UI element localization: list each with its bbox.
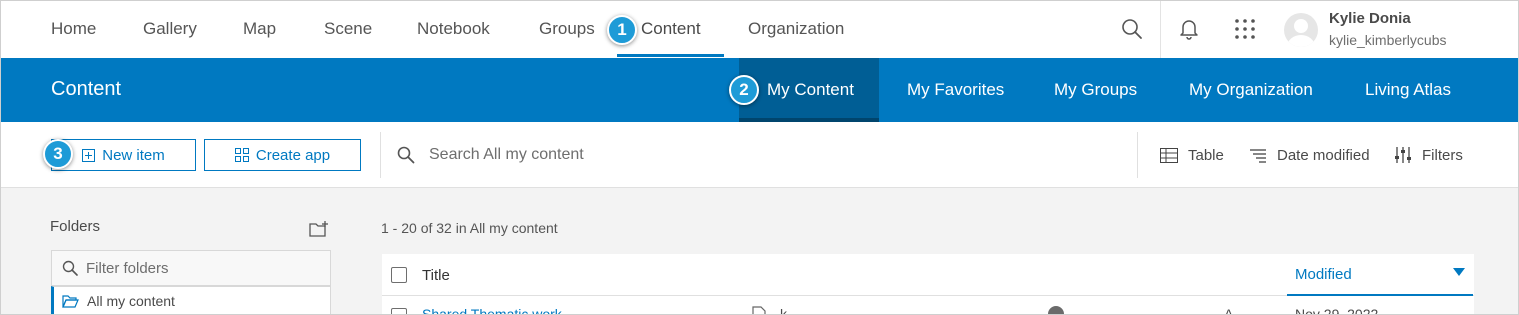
step-badge-1: 1 xyxy=(607,15,637,45)
tab-my-organization[interactable]: My Organization xyxy=(1189,58,1313,122)
filter-folders-input[interactable] xyxy=(86,259,316,277)
item-title-link[interactable]: Shared Thematic work... xyxy=(422,306,573,314)
folder-open-icon xyxy=(62,294,79,308)
tab-label: My Organization xyxy=(1189,80,1313,99)
nav-groups[interactable]: Groups xyxy=(539,19,595,39)
sort-button[interactable]: Date modified xyxy=(1250,144,1370,166)
content-search xyxy=(397,140,997,170)
sort-label: Date modified xyxy=(1277,146,1370,164)
folders-heading: Folders xyxy=(50,218,101,235)
nav-gallery[interactable]: Gallery xyxy=(143,19,197,39)
app-launcher-icon[interactable] xyxy=(1231,15,1259,43)
toolbar-divider xyxy=(380,132,381,178)
folder-label: All my content xyxy=(87,293,175,309)
search-icon[interactable] xyxy=(1118,15,1146,43)
tab-label: My Favorites xyxy=(907,80,1005,99)
filters-button[interactable]: Filters xyxy=(1394,144,1463,166)
tab-my-groups[interactable]: My Groups xyxy=(1054,58,1137,122)
step-badge-3: 3 xyxy=(43,139,73,169)
item-owner: k xyxy=(780,306,787,315)
search-input[interactable] xyxy=(429,146,949,164)
step-badge-2: 2 xyxy=(729,75,759,105)
table-row[interactable]: Shared Thematic work... k A Nov 29, 2022 xyxy=(382,296,1474,315)
table-icon xyxy=(1160,147,1178,163)
nav-scene[interactable]: Scene xyxy=(324,19,372,39)
document-icon xyxy=(752,306,766,314)
tab-label: My Groups xyxy=(1054,80,1138,99)
content-header-bar: Content My Content My Favorites My Group… xyxy=(1,58,1518,122)
select-all-checkbox[interactable] xyxy=(391,267,407,283)
item-modified-date: Nov 29, 2022 xyxy=(1295,306,1379,315)
avatar[interactable] xyxy=(1284,13,1318,47)
grid-icon xyxy=(234,148,249,162)
search-icon xyxy=(397,146,415,164)
new-folder-icon[interactable] xyxy=(309,220,329,238)
sort-lines-icon xyxy=(1250,148,1266,163)
filter-folders-field xyxy=(51,250,331,286)
user-handle[interactable]: kylie_kimberlycubs xyxy=(1329,32,1446,48)
table-header: Title Modified xyxy=(382,254,1474,296)
create-app-button[interactable]: Create app xyxy=(204,139,361,171)
globe-icon xyxy=(1048,306,1064,314)
nav-home[interactable]: Home xyxy=(51,19,96,39)
page-title: Content xyxy=(51,78,122,100)
tab-my-favorites[interactable]: My Favorites xyxy=(907,58,1004,122)
tab-my-content[interactable]: My Content xyxy=(739,58,879,122)
results-count: 1 - 20 of 32 in All my content xyxy=(381,220,558,236)
tab-label: Living Atlas xyxy=(1365,80,1451,99)
nav-divider xyxy=(1160,1,1161,58)
folder-item-all-my-content[interactable]: All my content xyxy=(51,286,331,314)
column-header-modified[interactable]: Modified xyxy=(1287,254,1473,296)
view-label: Table xyxy=(1188,146,1224,164)
sort-descending-icon xyxy=(1453,268,1465,276)
sliders-icon xyxy=(1395,147,1411,163)
bell-icon[interactable] xyxy=(1175,15,1203,43)
item-access: A xyxy=(1224,306,1234,315)
nav-organization[interactable]: Organization xyxy=(748,19,844,39)
content-body: Folders All my content 1 - 20 of 32 in A… xyxy=(1,188,1518,315)
column-header-title[interactable]: Title xyxy=(422,267,450,284)
nav-content[interactable]: Content xyxy=(641,19,701,39)
create-app-label: Create app xyxy=(255,146,331,164)
column-header-modified-label: Modified xyxy=(1295,265,1352,283)
plus-square-icon xyxy=(82,148,96,162)
content-toolbar: New item Create app Table Date modified … xyxy=(1,122,1518,188)
new-item-label: New item xyxy=(102,146,165,164)
tab-label: My Content xyxy=(767,80,854,99)
view-table-button[interactable]: Table xyxy=(1160,144,1224,166)
nav-active-indicator xyxy=(617,54,724,57)
row-checkbox[interactable] xyxy=(391,308,407,314)
filters-label: Filters xyxy=(1422,146,1463,164)
user-name[interactable]: Kylie Donia xyxy=(1329,10,1411,27)
nav-notebook[interactable]: Notebook xyxy=(417,19,490,39)
toolbar-divider xyxy=(1137,132,1138,178)
tab-living-atlas[interactable]: Living Atlas xyxy=(1365,58,1451,122)
top-navigation: Home Gallery Map Scene Notebook Groups C… xyxy=(1,1,1518,58)
search-icon xyxy=(62,260,78,276)
nav-map[interactable]: Map xyxy=(243,19,276,39)
app-window: Home Gallery Map Scene Notebook Groups C… xyxy=(0,0,1519,315)
